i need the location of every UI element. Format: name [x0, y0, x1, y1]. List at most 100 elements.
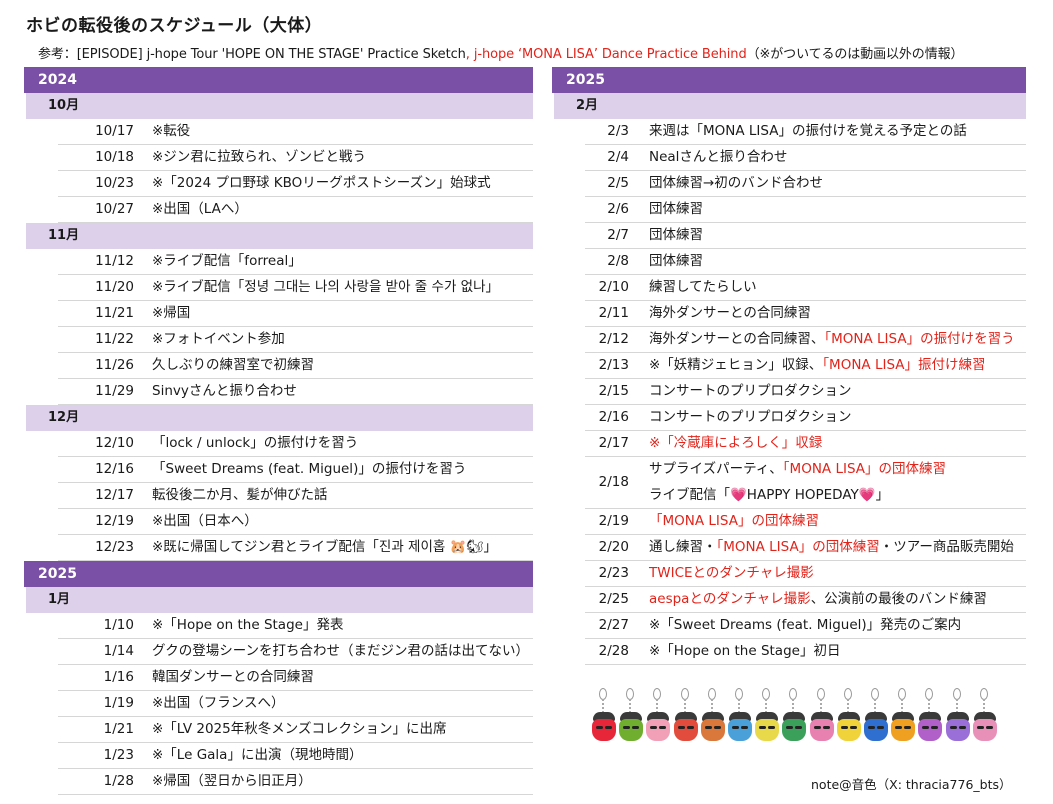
- schedule-row: 2/25 aespaとのダンチャレ撮影、公演前の最後のバンド練習: [585, 587, 1026, 613]
- charm-eye: [759, 726, 767, 729]
- schedule-row: 1/16 韓国ダンサーとの合同練習: [58, 665, 533, 691]
- row-event: 練習してたらしい: [649, 275, 757, 300]
- charm-eye: [686, 726, 694, 729]
- row-event: ※ライブ配信「정녕 그대는 나의 사랑을 받아 줄 수가 없나」: [152, 275, 499, 300]
- row-event: ※「Hope on the Stage」発表: [152, 613, 343, 638]
- event-highlight-text: 「MONA LISA」の振付けを習う: [824, 331, 1015, 347]
- left-schedule-column: 2024 10月 10/17 ※転役 10/18 ※ジン君に拉致られ、ゾンビと戦う 10/2…: [24, 67, 533, 795]
- schedule-row: 1/28 ※帰国（翌日から旧正月）: [58, 769, 533, 795]
- event-highlight-text: 「MONA LISA」の団体練習: [716, 539, 880, 555]
- row-event: ※ジン君に拉致られ、ゾンビと戦う: [152, 145, 366, 170]
- event-text: 「lock / unlock」の振付けを習う: [152, 435, 359, 451]
- row-date: 2/18: [598, 474, 629, 490]
- schedule-row: 10/23 ※「2024 プロ野球 KBOリーグポストシーズン」始球式: [58, 171, 533, 197]
- chain-icon: [683, 699, 686, 713]
- event-text: 海外ダンサーとの合同練習: [649, 305, 811, 321]
- event-text: Sinvyさんと振り合わせ: [152, 383, 297, 399]
- event-text: 団体練習→初のバンド合わせ: [649, 175, 823, 191]
- charm-eye: [958, 726, 966, 729]
- row-date: 2/6: [607, 201, 629, 217]
- row-event: aespaとのダンチャレ撮影、公演前の最後のバンド練習: [649, 587, 987, 612]
- charm-keychain: [836, 688, 861, 744]
- charm-eye: [786, 726, 794, 729]
- row-event: 転役後二か月、髪が伸びた話: [152, 483, 328, 508]
- schedule-row: 1/10 ※「Hope on the Stage」発表: [58, 613, 533, 639]
- charm-keychain: [646, 688, 671, 744]
- row-date: 2/17: [598, 435, 629, 451]
- row-date: 1/16: [103, 669, 134, 685]
- row-event: ※「妖精ジェヒョン」収録、「MONA LISA」振付け練習: [649, 353, 986, 378]
- row-event: 韓国ダンサーとの合同練習: [152, 665, 314, 690]
- chain-icon: [765, 699, 768, 713]
- row-event: グクの登場シーンを打ち合わせ（まだジン君の話は出てない）: [152, 639, 529, 664]
- event-text: ※出国（LAへ）: [152, 201, 248, 217]
- row-event: 団体練習: [649, 197, 703, 222]
- row-date: 2/3: [607, 123, 629, 139]
- charm-body: [592, 719, 616, 741]
- row-date: 2/10: [598, 279, 629, 295]
- chain-icon: [982, 699, 985, 713]
- row-date: 1/19: [103, 695, 134, 711]
- schedule-row: 12/19 ※出国（日本へ）: [58, 509, 533, 535]
- schedule-row: 2/5 団体練習→初のバンド合わせ: [585, 171, 1026, 197]
- charm-eye: [677, 726, 685, 729]
- event-highlight-text: aespaとのダンチャレ撮影: [649, 591, 811, 607]
- event-text: ・ツアー商品販売開始: [879, 539, 1014, 555]
- schedule-row: 11/20 ※ライブ配信「정녕 그대는 나의 사랑을 받아 줄 수가 없나」: [58, 275, 533, 301]
- row-date: 2/23: [598, 565, 629, 581]
- charm-eye: [596, 726, 603, 729]
- schedule-row: 10/18 ※ジン君に拉致られ、ゾンビと戦う: [58, 145, 533, 171]
- chain-icon: [656, 699, 659, 713]
- chain-icon: [710, 699, 713, 713]
- row-date: 11/22: [95, 331, 134, 347]
- event-text: コンサートのプリプロダクション: [649, 409, 852, 425]
- event-text: ※転役: [152, 123, 191, 139]
- charm-keychain: [782, 688, 807, 744]
- chain-icon: [629, 699, 632, 713]
- charm-body: [972, 719, 997, 741]
- row-event: ※「Le Gala」に出演（現地時間）: [152, 743, 362, 768]
- schedule-row: 2/4 Nealさんと振り合わせ: [585, 145, 1026, 171]
- schedule-row: 12/10 「lock / unlock」の振付けを習う: [58, 431, 533, 457]
- chain-icon: [874, 699, 876, 713]
- charm-eye: [877, 726, 884, 729]
- chain-icon: [819, 699, 822, 713]
- row-date: 11/12: [95, 253, 134, 269]
- reference-prefix: 参考：[EPISODE] j-hope Tour 'HOPE ON THE ST…: [38, 47, 466, 62]
- chain-icon: [955, 699, 958, 713]
- charm-keychain: [972, 688, 997, 744]
- row-date: 2/12: [598, 331, 629, 347]
- row-event: ※帰国: [152, 301, 190, 326]
- charm-body: [836, 719, 861, 741]
- charm-eye: [813, 726, 821, 729]
- event-text: 海外ダンサーとの合同練習、: [649, 331, 825, 347]
- row-event: ※フォトイベント参加: [152, 327, 285, 352]
- row-date: 2/4: [607, 149, 629, 165]
- row-event: 来週は「MONA LISA」の振付けを覚える予定との話: [649, 119, 967, 144]
- charm-keychain: [700, 688, 725, 744]
- schedule-row: 12/16 「Sweet Dreams (feat. Miguel)」の振付けを習…: [58, 457, 533, 483]
- row-event: ※「Sweet Dreams (feat. Miguel)」発売のご案内: [649, 613, 961, 638]
- row-date: 2/11: [598, 305, 629, 321]
- event-text: コンサートのプリプロダクション: [649, 383, 852, 399]
- row-date: 2/20: [598, 539, 629, 555]
- row-date: 12/10: [95, 435, 134, 451]
- charm-eye: [922, 726, 930, 729]
- event-text: Nealさんと振り合わせ: [649, 149, 788, 165]
- row-date: 1/21: [103, 721, 134, 737]
- row-date: 11/29: [95, 383, 134, 399]
- reference-highlight: , j-hope ‘MONA LISA’ Dance Practice Behi…: [465, 47, 747, 62]
- event-highlight-text: 「MONA LISA」振付け練習: [822, 357, 986, 373]
- schedule-row: 10/17 ※転役: [58, 119, 533, 145]
- charm-keychain: [755, 688, 780, 744]
- charm-body: [646, 719, 671, 741]
- row-date: 2/15: [598, 383, 629, 399]
- chain-icon: [901, 699, 904, 713]
- event-text: 転役後二か月、髪が伸びた話: [152, 487, 328, 503]
- chain-icon: [602, 699, 604, 713]
- event-text: 通し練習・: [649, 539, 717, 555]
- schedule-row: 2/18 サプライズパーティ、「MONA LISA」の団体練習 ライブ配信「💗HAP…: [585, 457, 1026, 509]
- row-date: 12/16: [95, 461, 134, 477]
- schedule-row: 2/7 団体練習: [585, 223, 1026, 249]
- event-text: グクの登場シーンを打ち合わせ（まだジン君の話は出てない）: [152, 643, 530, 659]
